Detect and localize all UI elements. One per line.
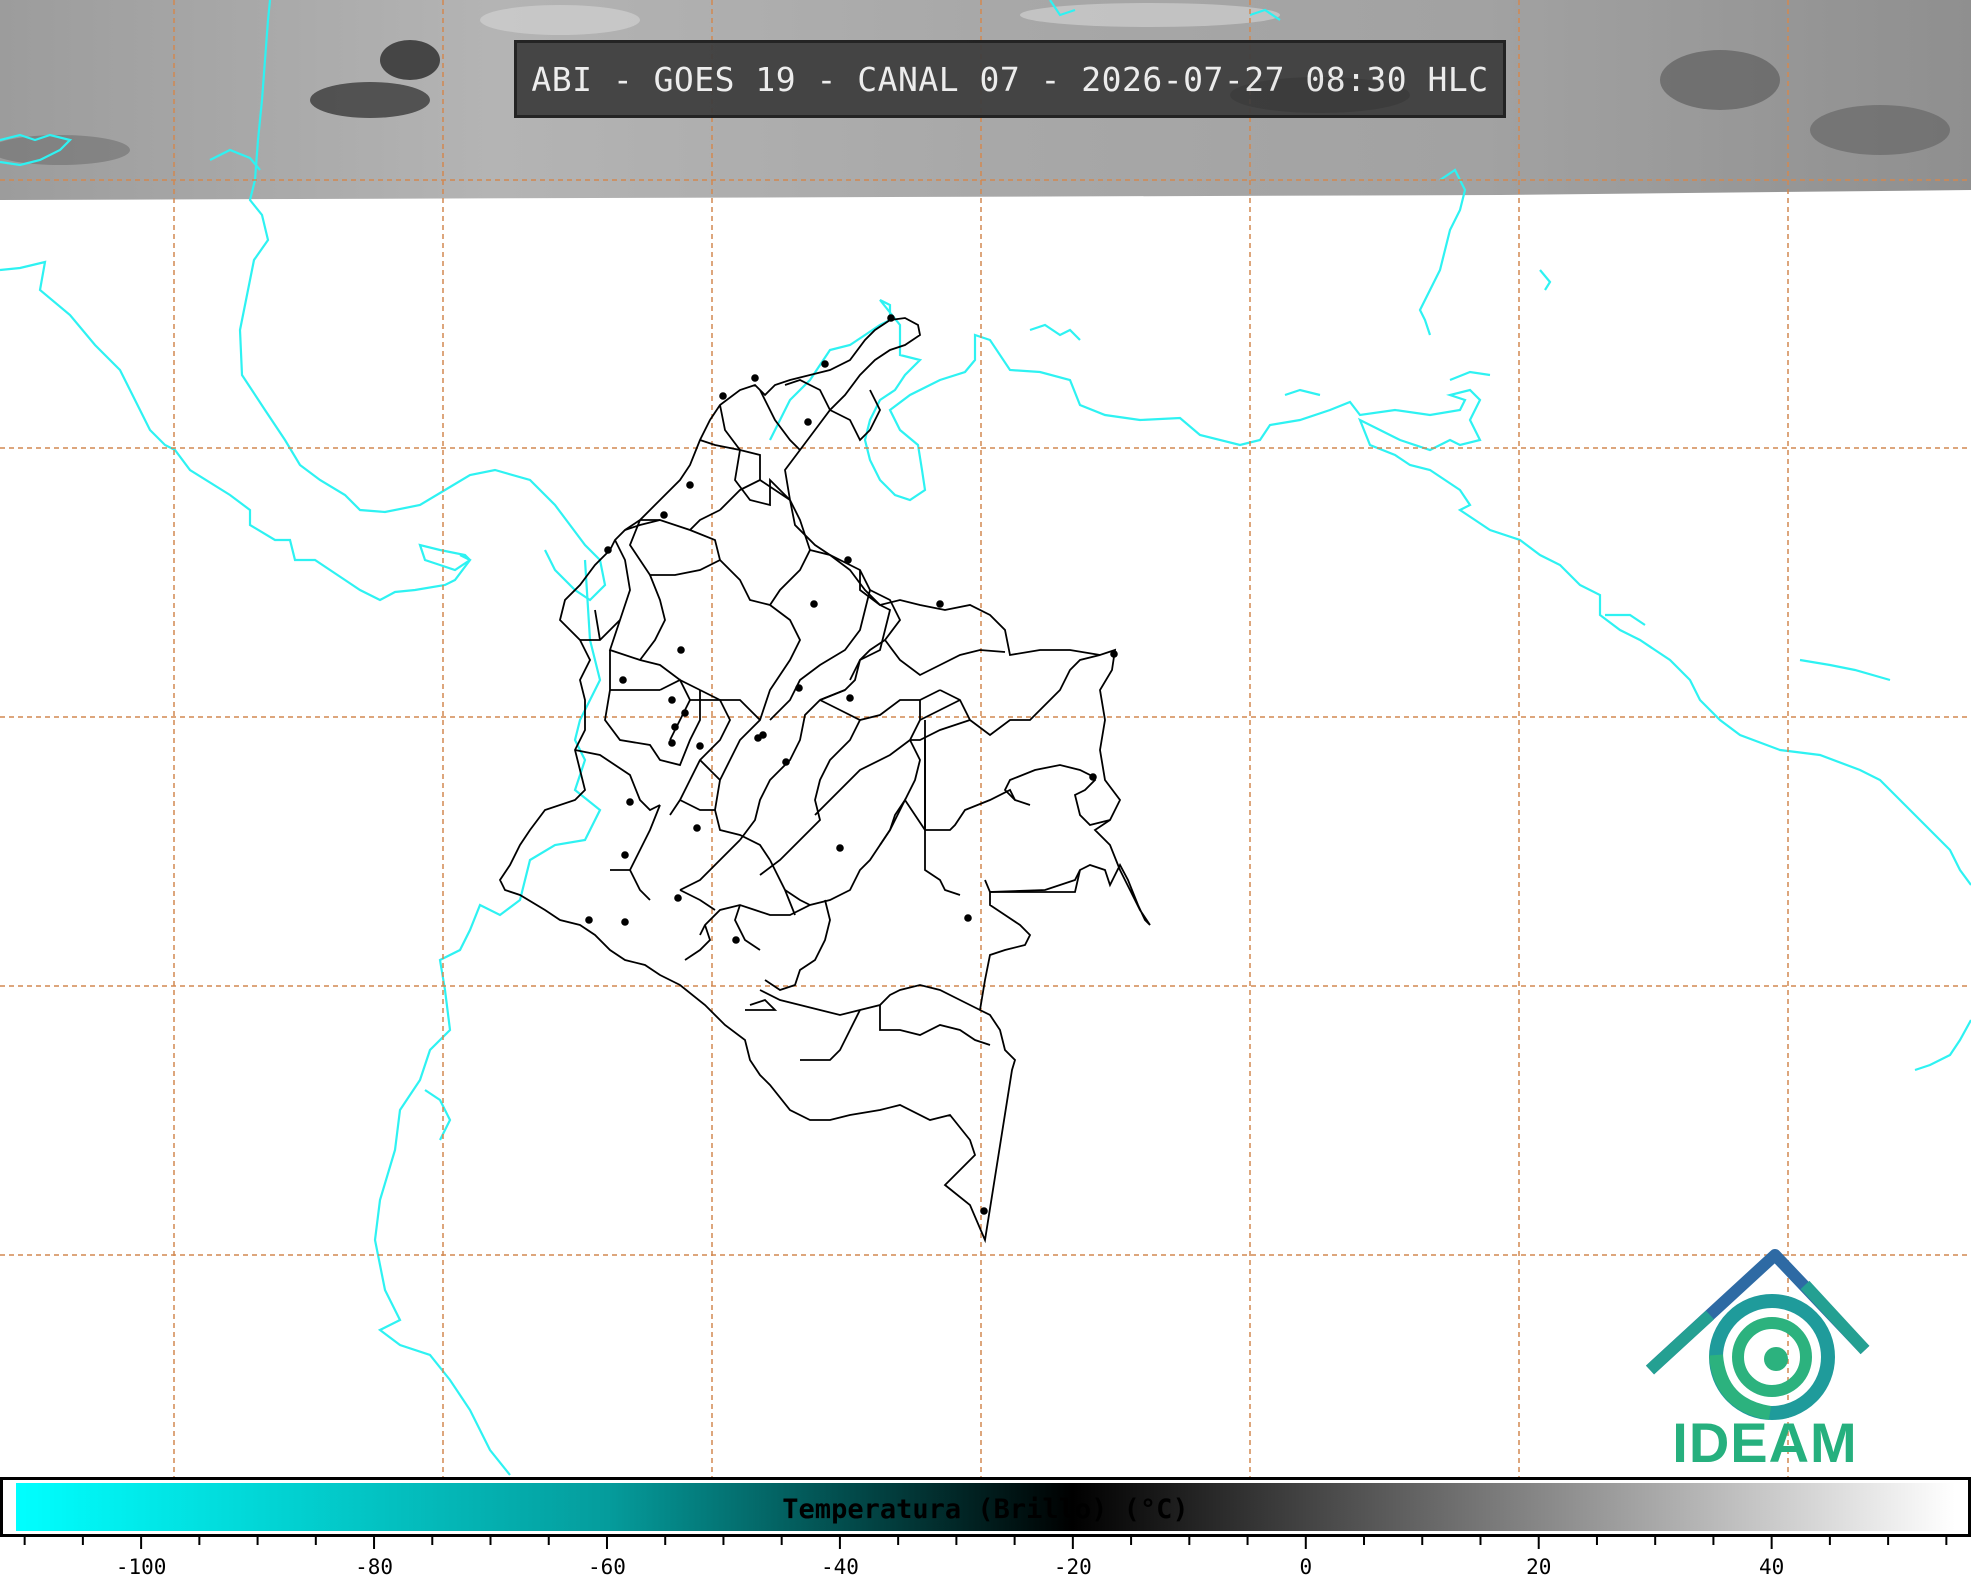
colorbar-tick-label: -20 bbox=[1054, 1555, 1092, 1577]
colorbar-tick-label: -100 bbox=[116, 1555, 167, 1577]
colorbar-tick-label: 20 bbox=[1526, 1555, 1551, 1577]
temperature-colorbar: Temperatura (Brillo) (°C) bbox=[0, 1477, 1971, 1537]
colorbar-tick-label: 0 bbox=[1299, 1555, 1312, 1577]
map-viewport: -100 -80 -60 -40 -20 0 20 40 ABI - GOES 19 - CA… bbox=[0, 0, 1971, 1579]
colorbar-tick-label: 40 bbox=[1759, 1555, 1784, 1577]
colorbar-tick-label: -80 bbox=[355, 1555, 393, 1577]
lat-lon-gridlines bbox=[0, 0, 1971, 1477]
colorbar-tick-label: -40 bbox=[821, 1555, 859, 1577]
colombia-borders bbox=[498, 317, 1151, 1244]
coastlines bbox=[0, 0, 1971, 1476]
colorbar-ticks: -100 -80 -60 -40 -20 0 20 40 bbox=[23, 1537, 1948, 1579]
colorbar-tick-label: -60 bbox=[588, 1555, 626, 1577]
ideam-logo-text: IDEAM bbox=[1672, 1411, 1858, 1474]
city-markers bbox=[585, 314, 1118, 1215]
ideam-logo-icon bbox=[1645, 1249, 1870, 1420]
map-canvas: -100 -80 -60 -40 -20 0 20 40 bbox=[0, 0, 1971, 1579]
map-title: ABI - GOES 19 - CANAL 07 - 2026-07-27 08… bbox=[514, 40, 1506, 118]
colorbar-label: Temperatura (Brillo) (°C) bbox=[782, 1494, 1189, 1525]
